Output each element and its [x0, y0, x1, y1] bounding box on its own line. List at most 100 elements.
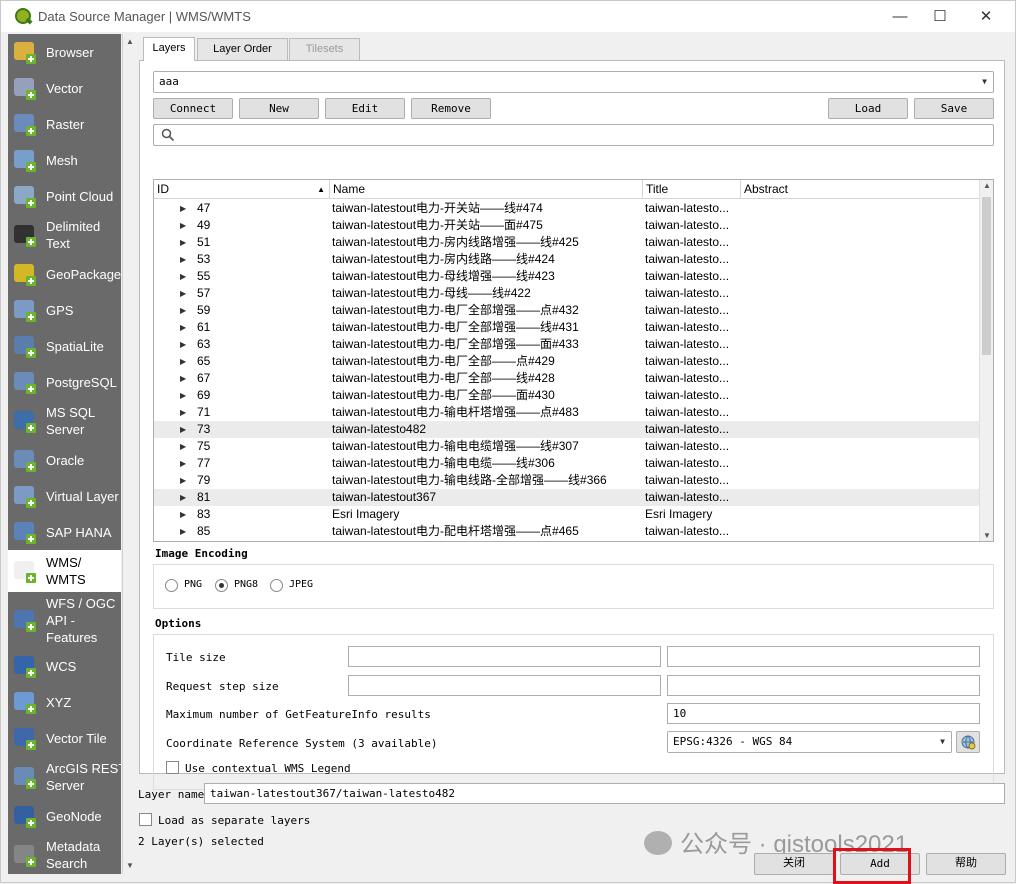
- table-row[interactable]: ▶ 67 taiwan-latestout电力-电厂全部——线#428 taiwan-…: [154, 370, 980, 387]
- column-header-id[interactable]: ID ▲: [154, 180, 330, 199]
- expand-arrow-icon[interactable]: ▶: [180, 200, 186, 217]
- max-feature-info-input[interactable]: 10: [667, 703, 980, 724]
- sidebar-item-ms-sql-server[interactable]: MS SQL Server: [8, 400, 121, 442]
- layer-name-input[interactable]: taiwan-latestout367/taiwan-latesto482: [204, 783, 1005, 804]
- expand-arrow-icon[interactable]: ▶: [180, 523, 186, 540]
- sidebar-item-vector[interactable]: Vector: [8, 70, 121, 106]
- contextual-legend-checkbox[interactable]: [166, 761, 179, 774]
- table-row[interactable]: ▶ 53 taiwan-latestout电力-房内线路——线#424 taiwan-…: [154, 251, 980, 268]
- expand-arrow-icon[interactable]: ▶: [180, 387, 186, 404]
- expand-arrow-icon[interactable]: ▶: [180, 404, 186, 421]
- table-row[interactable]: ▶ 73 taiwan-latesto482 taiwan-latesto...: [154, 421, 980, 438]
- table-row[interactable]: ▶ 61 taiwan-latestout电力-电厂全部增强——线#431 taiwa…: [154, 319, 980, 336]
- load-separate-layers-checkbox[interactable]: [139, 813, 152, 826]
- table-row[interactable]: ▶ 59 taiwan-latestout电力-电厂全部增强——点#432 taiwa…: [154, 302, 980, 319]
- sidebar-item-wms-wmts[interactable]: WMS/ WMTS: [8, 550, 121, 592]
- table-scrollbar[interactable]: ▲ ▼: [979, 180, 993, 541]
- table-row[interactable]: ▶ 65 taiwan-latestout电力-电厂全部——点#429 taiwan-…: [154, 353, 980, 370]
- scrollbar-thumb[interactable]: [982, 197, 991, 355]
- step-height-input[interactable]: [667, 675, 980, 696]
- expand-arrow-icon[interactable]: ▶: [180, 234, 186, 251]
- scroll-down-arrow-icon[interactable]: ▼: [126, 861, 134, 870]
- expand-arrow-icon[interactable]: ▶: [180, 336, 186, 353]
- crs-selector-button[interactable]: [956, 731, 980, 753]
- sidebar-item-spatialite[interactable]: SpatiaLite: [8, 328, 121, 364]
- expand-arrow-icon[interactable]: ▶: [180, 506, 186, 523]
- table-row[interactable]: ▶ 81 taiwan-latestout367 taiwan-latesto...: [154, 489, 980, 506]
- sidebar-item-arcgis-rest-server[interactable]: ArcGIS REST Server: [8, 756, 121, 798]
- expand-arrow-icon[interactable]: ▶: [180, 353, 186, 370]
- sidebar-scrollbar[interactable]: ▲ ▼: [122, 34, 136, 874]
- sidebar-item-geonode[interactable]: GeoNode: [8, 798, 121, 834]
- expand-arrow-icon[interactable]: ▶: [180, 455, 186, 472]
- scroll-up-arrow-icon[interactable]: ▲: [983, 181, 991, 190]
- expand-arrow-icon[interactable]: ▶: [180, 302, 186, 319]
- table-row[interactable]: ▶ 47 taiwan-latestout电力-开关站——线#474 taiwan-l…: [154, 200, 980, 217]
- table-row[interactable]: ▶ 85 taiwan-latestout电力-配电杆塔增强——点#465 taiwa…: [154, 523, 980, 540]
- sidebar-item-gps[interactable]: GPS: [8, 292, 121, 328]
- sidebar-item-xyz[interactable]: XYZ: [8, 684, 121, 720]
- connection-select[interactable]: aaa ▼: [153, 71, 994, 93]
- tab-layer-order[interactable]: Layer Order: [197, 38, 288, 60]
- table-row[interactable]: ▶ 75 taiwan-latestout电力-输电电缆增强——线#307 taiwa…: [154, 438, 980, 455]
- scroll-down-arrow-icon[interactable]: ▼: [983, 531, 991, 540]
- tile-width-input[interactable]: [348, 646, 661, 667]
- expand-arrow-icon[interactable]: ▶: [180, 489, 186, 506]
- table-row[interactable]: ▶ 55 taiwan-latestout电力-母线增强——线#423 taiwan-…: [154, 268, 980, 285]
- sidebar-item-wfs-ogc-api-features[interactable]: WFS / OGC API - Features: [8, 592, 121, 648]
- edit-button[interactable]: Edit: [325, 98, 405, 119]
- sidebar-item-virtual-layer[interactable]: Virtual Layer: [8, 478, 121, 514]
- save-button[interactable]: Save: [914, 98, 994, 119]
- sidebar-item-postgresql[interactable]: PostgreSQL: [8, 364, 121, 400]
- sidebar-item-sap-hana[interactable]: SAP HANA: [8, 514, 121, 550]
- sidebar-item-mesh[interactable]: Mesh: [8, 142, 121, 178]
- column-header-abstract[interactable]: Abstract: [741, 180, 981, 199]
- sidebar-item-metadata-search[interactable]: Metadata Search: [8, 834, 121, 874]
- crs-select[interactable]: EPSG:4326 - WGS 84 ▼: [667, 731, 952, 753]
- expand-arrow-icon[interactable]: ▶: [180, 472, 186, 489]
- table-row[interactable]: ▶ 51 taiwan-latestout电力-房内线路增强——线#425 taiwa…: [154, 234, 980, 251]
- remove-button[interactable]: Remove: [411, 98, 491, 119]
- expand-arrow-icon[interactable]: ▶: [180, 421, 186, 438]
- step-width-input[interactable]: [348, 675, 661, 696]
- help-button[interactable]: 帮助: [926, 853, 1006, 875]
- table-row[interactable]: ▶ 49 taiwan-latestout电力-开关站——面#475 taiwan-l…: [154, 217, 980, 234]
- column-header-title[interactable]: Title: [643, 180, 741, 199]
- sidebar-item-geopackage[interactable]: GeoPackage: [8, 256, 121, 292]
- table-row[interactable]: ▶ 63 taiwan-latestout电力-电厂全部增强——面#433 taiwa…: [154, 336, 980, 353]
- jpeg-radio[interactable]: [270, 579, 283, 592]
- connect-button[interactable]: Connect: [153, 98, 233, 119]
- sidebar-item-vector-tile[interactable]: Vector Tile: [8, 720, 121, 756]
- table-row[interactable]: ▶ 79 taiwan-latestout电力-输电线路-全部增强——线#366 ta…: [154, 472, 980, 489]
- png8-radio[interactable]: [215, 579, 228, 592]
- table-row[interactable]: ▶ 71 taiwan-latestout电力-输电杆塔增强——点#483 taiwa…: [154, 404, 980, 421]
- expand-arrow-icon[interactable]: ▶: [180, 268, 186, 285]
- sidebar-item-oracle[interactable]: Oracle: [8, 442, 121, 478]
- close-window-button[interactable]: ✕: [963, 1, 1009, 32]
- load-button[interactable]: Load: [828, 98, 908, 119]
- png-radio[interactable]: [165, 579, 178, 592]
- table-row[interactable]: ▶ 69 taiwan-latestout电力-电厂全部——面#430 taiwan-…: [154, 387, 980, 404]
- scroll-up-arrow-icon[interactable]: ▲: [126, 37, 134, 46]
- sidebar-item-delimited-text[interactable]: Delimited Text: [8, 214, 121, 256]
- sidebar-item-browser[interactable]: Browser: [8, 34, 121, 70]
- expand-arrow-icon[interactable]: ▶: [180, 285, 186, 302]
- table-row[interactable]: ▶ 57 taiwan-latestout电力-母线——线#422 taiwan-la…: [154, 285, 980, 302]
- maximize-button[interactable]: ☐: [917, 1, 963, 32]
- table-row[interactable]: ▶ 77 taiwan-latestout电力-输电电缆——线#306 taiwan-…: [154, 455, 980, 472]
- table-row[interactable]: ▶ 83 Esri Imagery Esri Imagery: [154, 506, 980, 523]
- expand-arrow-icon[interactable]: ▶: [180, 370, 186, 387]
- tile-height-input[interactable]: [667, 646, 980, 667]
- search-input[interactable]: [153, 124, 994, 146]
- new-button[interactable]: New: [239, 98, 319, 119]
- expand-arrow-icon[interactable]: ▶: [180, 217, 186, 234]
- tab-layers[interactable]: Layers: [143, 37, 195, 61]
- expand-arrow-icon[interactable]: ▶: [180, 438, 186, 455]
- sidebar-item-raster[interactable]: Raster: [8, 106, 121, 142]
- expand-arrow-icon[interactable]: ▶: [180, 251, 186, 268]
- sidebar-item-wcs[interactable]: WCS: [8, 648, 121, 684]
- expand-arrow-icon[interactable]: ▶: [180, 319, 186, 336]
- sidebar-item-point-cloud[interactable]: Point Cloud: [8, 178, 121, 214]
- column-header-name[interactable]: Name: [330, 180, 643, 199]
- close-button[interactable]: 关闭: [754, 853, 834, 875]
